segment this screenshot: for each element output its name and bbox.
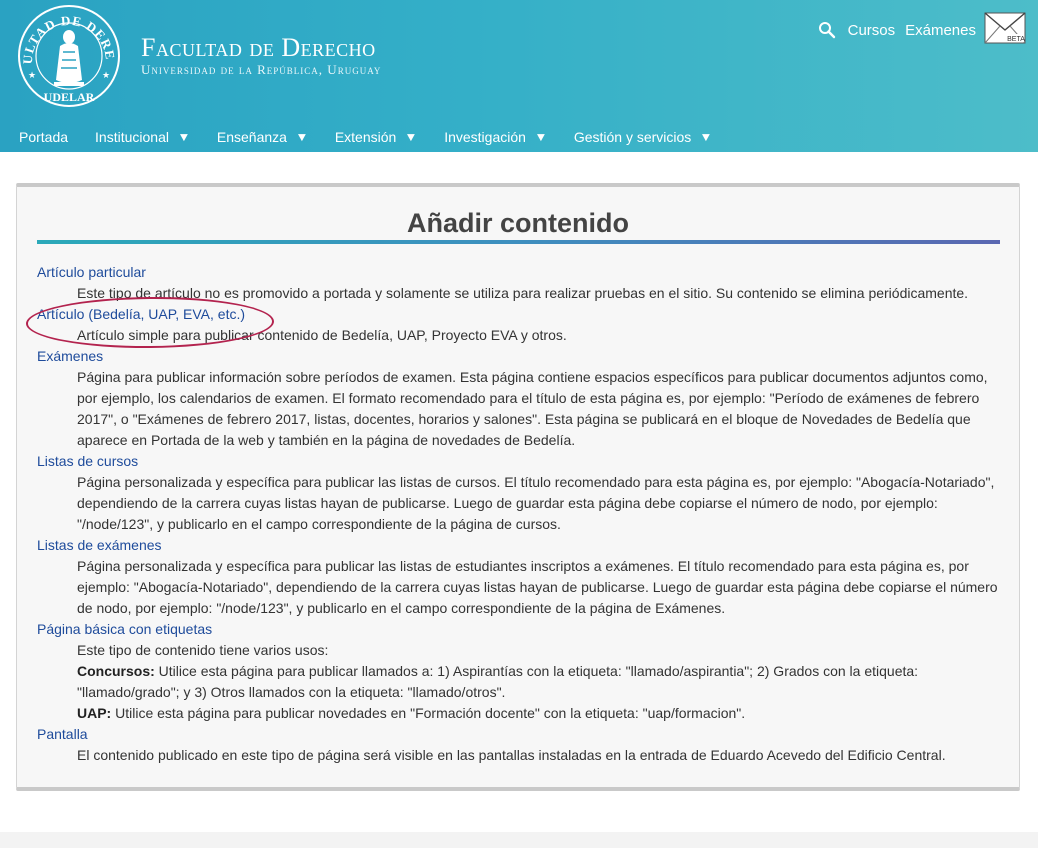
site-header: FACULTAD DE DERECHO ★ ★ UDELAR Facultad … xyxy=(0,0,1038,152)
nav-gestion-servicios[interactable]: Gestión y servicios ▼ xyxy=(555,129,720,145)
caret-down-icon[interactable]: ▼ xyxy=(177,130,190,144)
top-link-examenes[interactable]: Exámenes xyxy=(905,22,976,39)
nav-ensenanza[interactable]: Enseñanza ▼ xyxy=(198,129,316,145)
content-type-link-pagina-basica[interactable]: Página básica con etiquetas xyxy=(37,619,212,640)
content-type-link-pantalla[interactable]: Pantalla xyxy=(37,724,88,745)
content-type-list: Artículo particular Este tipo de artícul… xyxy=(37,262,1000,766)
site-title[interactable]: Facultad de Derecho xyxy=(141,35,376,61)
caret-down-icon[interactable]: ▼ xyxy=(295,130,308,144)
nav-institucional[interactable]: Institucional ▼ xyxy=(76,129,198,145)
content-type-link-articulo-bedelia[interactable]: Artículo (Bedelía, UAP, EVA, etc.) xyxy=(37,304,245,325)
nav-label: Extensión xyxy=(334,129,397,145)
svg-text:UDELAR: UDELAR xyxy=(44,90,95,104)
usage-text: Utilice esta página para publicar noveda… xyxy=(111,705,746,721)
page-title: Añadir contenido xyxy=(407,208,629,238)
content-type-link-articulo-particular[interactable]: Artículo particular xyxy=(37,262,146,283)
content-type-link-examenes[interactable]: Exámenes xyxy=(37,346,103,367)
top-links: Cursos Exámenes BETA xyxy=(818,8,1026,52)
main-nav: Portada Institucional ▼ Enseñanza ▼ Exte… xyxy=(0,124,720,150)
content-type-description: Página personalizada y específica para p… xyxy=(77,558,998,616)
nav-label: Gestión y servicios xyxy=(573,129,692,145)
nav-extension[interactable]: Extensión ▼ xyxy=(316,129,425,145)
nav-label: Portada xyxy=(19,129,69,145)
nav-investigacion[interactable]: Investigación ▼ xyxy=(425,129,555,145)
content-panel: Añadir contenido Artículo particular Est… xyxy=(16,183,1020,791)
nav-portada[interactable]: Portada xyxy=(0,129,76,145)
title-divider xyxy=(37,240,1000,244)
caret-down-icon[interactable]: ▼ xyxy=(405,130,418,144)
content-type-description: El contenido publicado en este tipo de p… xyxy=(77,747,946,763)
svg-text:★: ★ xyxy=(28,70,36,80)
content-type-link-listas-examenes[interactable]: Listas de exámenes xyxy=(37,535,162,556)
caret-down-icon[interactable]: ▼ xyxy=(700,130,713,144)
nav-label: Investigación xyxy=(444,129,526,145)
content-type-description: Página para publicar información sobre p… xyxy=(77,369,988,448)
svg-text:★: ★ xyxy=(102,70,110,80)
content-type-description: Este tipo de artículo no es promovido a … xyxy=(77,285,969,301)
search-icon[interactable] xyxy=(818,21,836,39)
svg-text:BETA: BETA xyxy=(1007,36,1025,43)
top-link-cursos[interactable]: Cursos xyxy=(848,22,896,39)
content-type-description: Este tipo de contenido tiene varios usos… xyxy=(77,640,1000,724)
footer-strip xyxy=(0,832,1038,848)
nav-label: Enseñanza xyxy=(216,129,287,145)
nav-label: Institucional xyxy=(95,129,169,145)
mail-beta-icon[interactable]: BETA xyxy=(984,12,1026,44)
description-intro: Este tipo de contenido tiene varios usos… xyxy=(77,642,329,658)
content-type-description: Artículo simple para publicar contenido … xyxy=(77,327,567,343)
description-usage: Concursos: Utilice esta página para publ… xyxy=(77,661,1000,703)
usage-label: UAP: xyxy=(77,705,112,721)
description-usage: UAP: Utilice esta página para publicar n… xyxy=(77,703,1000,724)
content-type-link-listas-cursos[interactable]: Listas de cursos xyxy=(37,451,138,472)
content-type-description: Página personalizada y específica para p… xyxy=(77,474,995,532)
site-subtitle: Universidad de la República, Uruguay xyxy=(141,62,382,77)
caret-down-icon[interactable]: ▼ xyxy=(534,130,547,144)
usage-label: Concursos: xyxy=(77,663,155,679)
usage-text: Utilice esta página para publicar llamad… xyxy=(77,663,919,700)
university-seal-logo[interactable]: FACULTAD DE DERECHO ★ ★ UDELAR xyxy=(16,4,122,108)
